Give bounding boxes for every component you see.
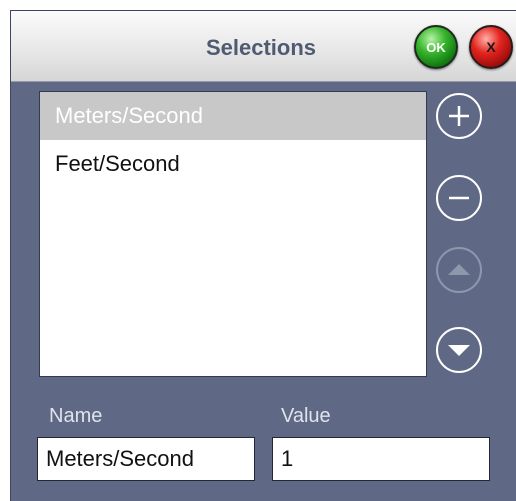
name-label: Name [49, 405, 103, 427]
ok-button[interactable]: OK [414, 25, 458, 69]
minus-icon [449, 196, 469, 200]
move-down-icon [448, 345, 470, 356]
list-item-meters-second[interactable]: Meters/Second [40, 92, 426, 140]
list-item-feet-second[interactable]: Feet/Second [40, 140, 426, 188]
title-bar: Selections OK X [11, 11, 516, 82]
plus-icon [449, 106, 469, 126]
move-up-button[interactable] [436, 247, 482, 293]
add-button[interactable] [436, 93, 482, 139]
selections-dialog: Selections OK X Meters/Second Feet/Secon… [10, 10, 516, 501]
selections-list[interactable]: Meters/Second Feet/Second [39, 91, 427, 377]
remove-button[interactable] [436, 175, 482, 221]
move-up-icon [448, 264, 470, 275]
move-down-button[interactable] [436, 327, 482, 373]
value-field[interactable] [272, 437, 490, 481]
value-label: Value [281, 405, 331, 427]
name-field[interactable] [37, 437, 255, 481]
close-button[interactable]: X [469, 25, 513, 69]
